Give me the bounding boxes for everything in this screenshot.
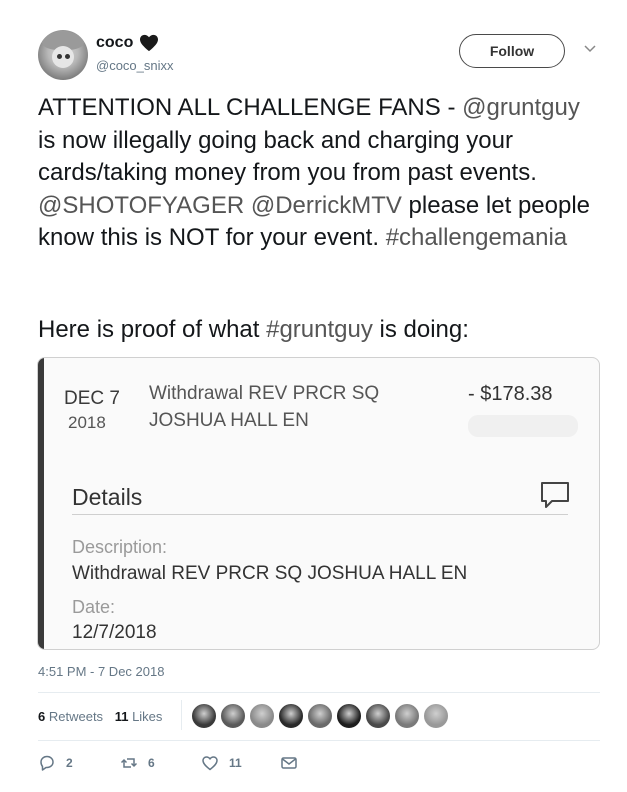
likes-label[interactable]: Likes: [132, 709, 162, 724]
tweet-timestamp[interactable]: 4:51 PM - 7 Dec 2018: [38, 664, 164, 679]
chevron-down-icon[interactable]: [583, 44, 597, 54]
description-label: Description:: [72, 537, 168, 557]
transaction-year: 2018: [68, 413, 106, 432]
accent-bar: [38, 358, 44, 649]
liker-avatar[interactable]: [307, 703, 333, 729]
proof-prefix: Here is proof of what: [38, 316, 267, 343]
transaction-amount: - $178.38: [468, 383, 553, 405]
reply-button[interactable]: 2: [38, 754, 73, 772]
liker-avatar[interactable]: [220, 703, 246, 729]
like-count: 11: [229, 756, 242, 770]
direct-message-button[interactable]: [280, 754, 298, 772]
retweets-count[interactable]: 6: [38, 709, 45, 724]
retweets-label[interactable]: Retweets: [49, 709, 103, 724]
divider: [38, 740, 600, 741]
hashtag-link[interactable]: #challengemania: [386, 224, 567, 251]
reply-icon: [40, 755, 54, 771]
divider: [181, 700, 182, 730]
liker-avatar[interactable]: [191, 703, 217, 729]
liker-avatar[interactable]: [394, 703, 420, 729]
hashtag-link[interactable]: #gruntguy: [266, 316, 373, 343]
liker-avatar[interactable]: [336, 703, 362, 729]
user-handle[interactable]: @coco_snixx: [96, 58, 174, 73]
heart-outline-icon: [202, 756, 218, 771]
liker-avatar[interactable]: [278, 703, 304, 729]
liker-avatar[interactable]: [423, 703, 449, 729]
tweet-text-segment: ATTENTION ALL CHALLENGE FANS -: [38, 94, 463, 121]
display-name[interactable]: coco: [96, 34, 133, 52]
divider: [38, 692, 600, 693]
tweet-text-segment: [244, 192, 251, 219]
mention-link[interactable]: @gruntguy: [462, 94, 580, 121]
comment-icon: [541, 482, 569, 508]
retweet-button[interactable]: 6: [120, 754, 155, 772]
action-bar: 2 6 11: [38, 754, 338, 772]
retweet-count: 6: [148, 756, 155, 770]
redacted-area: [468, 415, 578, 437]
liker-avatar[interactable]: [365, 703, 391, 729]
likes-count[interactable]: 11: [115, 709, 129, 724]
transaction-description-line1: Withdrawal REV PRCR SQ: [149, 383, 380, 404]
follow-button[interactable]: Follow: [459, 34, 565, 68]
divider: [72, 514, 568, 515]
name-row: coco: [96, 34, 159, 52]
proof-suffix: is doing:: [372, 316, 469, 343]
heart-icon: [140, 34, 159, 52]
mention-link[interactable]: @DerrickMTV: [251, 192, 402, 219]
tweet-text-proof: Here is proof of what #gruntguy is doing…: [38, 314, 598, 346]
details-title: Details: [72, 484, 143, 510]
liker-avatar[interactable]: [249, 703, 275, 729]
retweet-icon: [120, 758, 138, 768]
mention-link[interactable]: @SHOTOFYAGER: [38, 192, 244, 219]
avatar[interactable]: [38, 30, 88, 80]
tweet-text-segment: is now illegally going back and charging…: [38, 126, 537, 187]
date-label: Date:: [72, 597, 116, 617]
liker-avatars: [191, 703, 452, 729]
reply-count: 2: [66, 756, 73, 770]
media-image[interactable]: DEC 7 2018 Withdrawal REV PRCR SQ JOSHUA…: [37, 357, 600, 650]
transaction-date: DEC 7: [64, 388, 120, 409]
tweet-stats: 6 Retweets 11 Likes: [38, 709, 162, 724]
like-button[interactable]: 11: [201, 754, 242, 772]
tweet-header: coco @coco_snixx Follow: [38, 30, 608, 80]
tweet-text: ATTENTION ALL CHALLENGE FANS - @gruntguy…: [38, 92, 598, 255]
date-value: 12/7/2018: [72, 622, 157, 643]
transaction-description-line2: JOSHUA HALL EN: [149, 410, 309, 431]
envelope-icon: [281, 757, 297, 769]
description-value: Withdrawal REV PRCR SQ JOSHUA HALL EN: [72, 563, 468, 584]
